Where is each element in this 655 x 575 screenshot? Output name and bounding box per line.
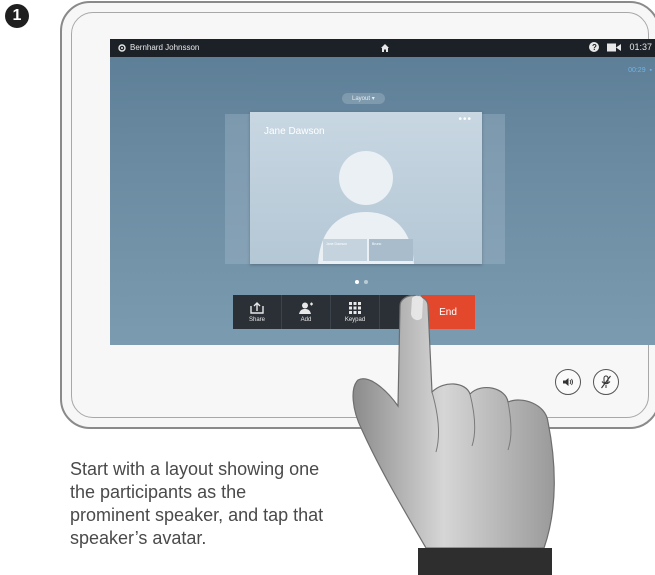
help-icon[interactable]: ? (589, 42, 600, 52)
page-dot-active (355, 280, 359, 284)
add-participant-icon (299, 302, 313, 314)
share-button[interactable]: Share (233, 295, 282, 329)
layout-button[interactable]: Layout ▾ (342, 93, 385, 104)
more-options-icon[interactable]: ••• (458, 114, 472, 125)
clock: 01:37 (629, 42, 652, 52)
home-icon[interactable] (380, 43, 390, 53)
pointing-hand-illustration (352, 294, 555, 575)
thumbnail-2[interactable]: Bruno (369, 239, 413, 261)
microphone-muted-icon (601, 375, 611, 389)
thumbnail-1[interactable]: Jane Dawson (323, 239, 367, 261)
call-timer: 00:29 (628, 67, 646, 74)
call-duration: 00:29 ▪ (628, 67, 652, 74)
chevron-down-icon: ▾ (371, 96, 375, 102)
settings-icon (118, 43, 126, 52)
add-label: Add (300, 316, 312, 323)
selfview-icon[interactable] (607, 43, 622, 52)
layout-button-label: Layout (352, 96, 371, 102)
step-number-badge: 1 (5, 4, 29, 28)
participant-name: Jane Dawson (264, 126, 325, 137)
participant-thumbnails: Jane Dawson Bruno (323, 239, 413, 261)
instruction-caption: Start with a layout showing one the part… (70, 459, 324, 548)
mute-microphone-button[interactable] (593, 369, 619, 395)
add-button[interactable]: Add (282, 295, 331, 329)
user-menu[interactable]: Bernhard Johnsson (118, 43, 199, 52)
page-dot (364, 280, 368, 284)
status-bar: Bernhard Johnsson ? 01:37 (110, 39, 655, 57)
share-label: Share (248, 316, 265, 323)
user-name: Bernhard Johnsson (130, 43, 200, 52)
share-icon (250, 301, 264, 314)
page-indicator (355, 280, 368, 284)
call-info-icon[interactable]: ▪ (648, 67, 653, 74)
